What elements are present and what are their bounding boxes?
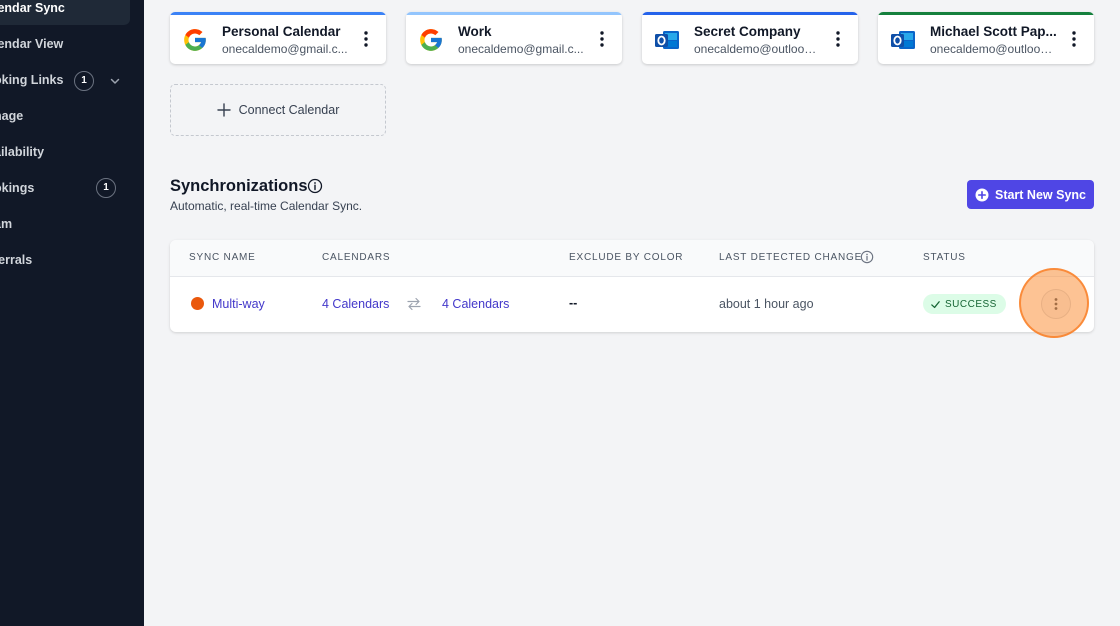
calendar-card-michael-scott[interactable]: Michael Scott Pap... onecaldemo@outlook.… (878, 12, 1094, 64)
sidebar: lendar Sync lendar View oking Links 1 na… (0, 0, 144, 626)
column-header-last-detected-change: LAST DETECTED CHANGE (719, 252, 863, 263)
sync-name-link[interactable]: Multi-way (212, 297, 265, 311)
outlook-icon (891, 31, 915, 49)
column-header-exclude-by-color: EXCLUDE BY COLOR (569, 252, 684, 263)
card-accent-bar (406, 12, 622, 15)
calendar-email: onecaldemo@outlook... (930, 42, 1056, 56)
exclude-by-color-value: -- (569, 296, 578, 310)
more-options-icon[interactable] (1064, 29, 1084, 49)
booking-links-badge: 1 (74, 71, 94, 91)
connect-calendar-label: Connect Calendar (238, 103, 340, 117)
last-detected-change-value: about 1 hour ago (719, 297, 814, 311)
table-header: SYNC NAME CALENDARS EXCLUDE BY COLOR LAS… (170, 240, 1094, 277)
card-accent-bar (170, 12, 386, 15)
source-calendars-link[interactable]: 4 Calendars (322, 297, 389, 311)
sidebar-item-manage[interactable]: nage (0, 106, 23, 126)
more-options-icon[interactable] (356, 29, 376, 49)
start-new-sync-button[interactable]: Start New Sync (967, 180, 1094, 209)
target-calendars-link[interactable]: 4 Calendars (442, 297, 509, 311)
sidebar-item-referrals[interactable]: ferrals (0, 250, 32, 270)
calendar-name: Work (458, 24, 492, 39)
connect-calendar-button[interactable]: Connect Calendar (170, 84, 386, 136)
google-icon (420, 29, 442, 51)
calendar-card-secret-company[interactable]: Secret Company onecaldemo@outlook... (642, 12, 858, 64)
sidebar-item-bookings[interactable]: okings (0, 178, 34, 198)
outlook-icon (655, 31, 679, 49)
section-title: Synchronizations (170, 177, 308, 195)
plus-icon (216, 103, 231, 117)
sidebar-item-booking-links[interactable]: oking Links (0, 70, 63, 90)
more-options-icon[interactable] (828, 29, 848, 49)
chevron-down-icon[interactable] (109, 75, 121, 87)
calendar-name: Secret Company (694, 24, 801, 39)
start-new-sync-label: Start New Sync (994, 187, 1086, 202)
click-highlight (1019, 268, 1089, 338)
status-label: SUCCESS (945, 298, 997, 310)
sidebar-item-team[interactable]: am (0, 214, 12, 234)
card-accent-bar (642, 12, 858, 15)
card-accent-bar (878, 12, 1094, 15)
check-icon (931, 300, 940, 308)
section-subtitle: Automatic, real-time Calendar Sync. (170, 199, 363, 213)
calendar-card-personal[interactable]: Personal Calendar onecaldemo@gmail.c... (170, 12, 386, 64)
calendar-email: onecaldemo@outlook... (694, 42, 820, 56)
sync-table: SYNC NAME CALENDARS EXCLUDE BY COLOR LAS… (170, 240, 1094, 332)
more-options-icon[interactable] (592, 29, 612, 49)
sidebar-item-calendar-sync[interactable]: lendar Sync (0, 0, 65, 18)
google-icon (184, 29, 206, 51)
status-badge: SUCCESS (923, 294, 1006, 314)
column-header-status: STATUS (923, 252, 966, 263)
calendar-name: Michael Scott Pap... (930, 24, 1057, 39)
calendar-email: onecaldemo@gmail.c... (458, 42, 584, 56)
bookings-badge: 1 (96, 178, 116, 198)
plus-circle-icon (975, 188, 989, 201)
sync-color-dot (191, 297, 204, 310)
calendar-card-work[interactable]: Work onecaldemo@gmail.c... (406, 12, 622, 64)
calendar-name: Personal Calendar (222, 24, 341, 39)
column-header-sync-name: SYNC NAME (189, 252, 256, 263)
info-icon[interactable] (307, 178, 323, 194)
sidebar-item-availability[interactable]: ailability (0, 142, 44, 162)
column-header-calendars: CALENDARS (322, 252, 391, 263)
sync-arrows-icon (407, 297, 421, 311)
calendar-email: onecaldemo@gmail.c... (222, 42, 348, 56)
info-icon[interactable] (860, 250, 874, 264)
sidebar-item-calendar-view[interactable]: lendar View (0, 34, 63, 54)
